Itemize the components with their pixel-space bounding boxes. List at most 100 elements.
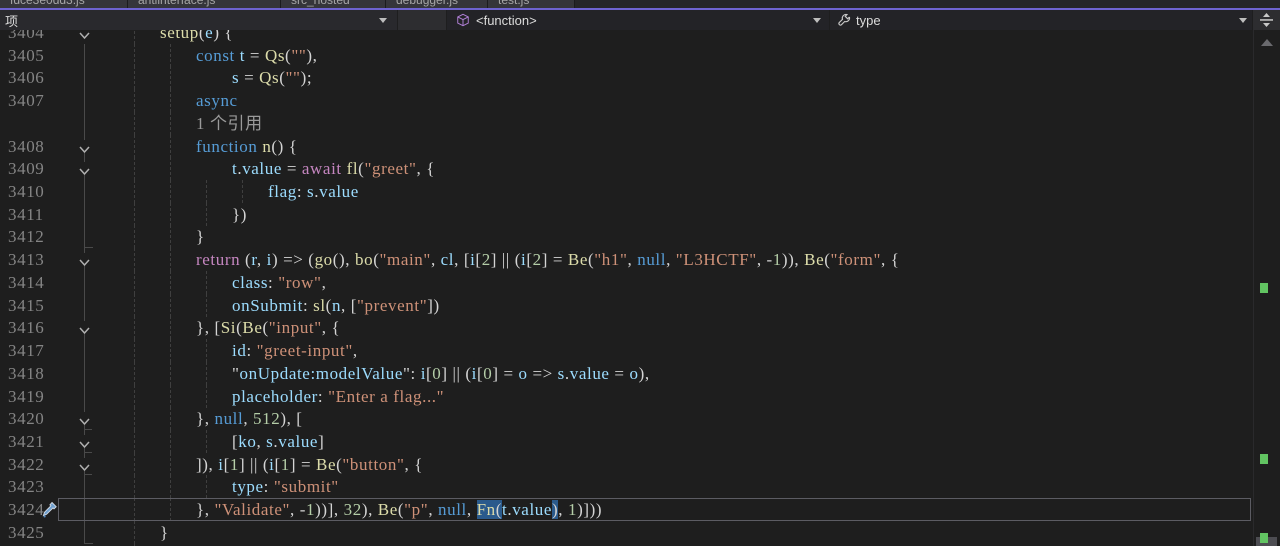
- line-number: 3425: [8, 521, 44, 544]
- document-tab[interactable]: fdce3e0dd3.js: [0, 0, 128, 8]
- fold-chevron-icon[interactable]: [78, 162, 91, 175]
- document-tab[interactable]: test.js: [488, 0, 575, 8]
- code-line[interactable]: 3419placeholder: "Enter a flag...": [0, 385, 1253, 408]
- indent-guide: [206, 271, 207, 294]
- indent-guide: [170, 89, 171, 112]
- fold-chevron-icon[interactable]: [78, 321, 91, 334]
- indent-guide: [170, 316, 171, 339]
- line-number: 3413: [8, 248, 44, 271]
- code-text[interactable]: setup(e) {: [160, 30, 233, 44]
- document-tab[interactable]: antiinterface.js: [128, 0, 281, 8]
- code-line[interactable]: 3406 s = Qs("");: [0, 66, 1253, 89]
- code-text[interactable]: t.value = await fl("greet", {: [232, 157, 435, 180]
- line-number: 3409: [8, 157, 44, 180]
- line-number: 3404: [8, 30, 44, 44]
- code-line[interactable]: 3417 id: "greet-input",: [0, 339, 1253, 362]
- code-text[interactable]: "onUpdate:modelValue": i[0] || (i[0] = o…: [232, 362, 650, 385]
- code-line[interactable]: 3404 setup(e) {: [0, 30, 1253, 44]
- code-line[interactable]: 3425}: [0, 521, 1253, 544]
- code-line[interactable]: 3407async: [0, 89, 1253, 112]
- code-line[interactable]: 3421 [ko, s.value]: [0, 430, 1253, 453]
- code-line[interactable]: 3415onSubmit: sl(n, ["prevent"]): [0, 294, 1253, 317]
- code-text[interactable]: type: "submit": [232, 475, 339, 498]
- code-text[interactable]: [ko, s.value]: [232, 430, 324, 453]
- fold-chevron-icon[interactable]: [78, 30, 91, 39]
- code-text[interactable]: }: [196, 225, 205, 248]
- indent-guide: [134, 430, 135, 453]
- code-text[interactable]: async: [196, 89, 238, 112]
- indent-guide: [170, 112, 171, 135]
- line-number: 3406: [8, 66, 44, 89]
- scrollbar-change-marker: [1260, 454, 1268, 464]
- document-tab[interactable]: debugger.js: [386, 0, 488, 8]
- indent-guide: [134, 112, 135, 135]
- code-line[interactable]: 3420}, null, 512), [: [0, 407, 1253, 430]
- function-dropdown[interactable]: <function>: [447, 10, 830, 30]
- code-line[interactable]: 3414class: "row",: [0, 271, 1253, 294]
- fold-chevron-icon[interactable]: [78, 140, 91, 153]
- fold-chevron-icon[interactable]: [78, 458, 91, 471]
- code-text[interactable]: ]), i[1] || (i[1] = Be("button", {: [196, 453, 423, 476]
- code-line[interactable]: 3423type: "submit": [0, 475, 1253, 498]
- member-dropdown[interactable]: type: [830, 10, 1253, 30]
- line-number: 3408: [8, 135, 44, 158]
- codelens-reference-link[interactable]: 1 个引用: [196, 112, 263, 135]
- fold-end-tick: [84, 474, 92, 475]
- code-text[interactable]: }: [160, 521, 169, 544]
- line-number: 3421: [8, 430, 44, 453]
- code-line[interactable]: 3405 const t = Qs(""),: [0, 44, 1253, 67]
- code-line[interactable]: 3422 ]), i[1] || (i[1] = Be("button", {: [0, 453, 1253, 476]
- fold-chevron-icon[interactable]: [78, 412, 91, 425]
- document-tab[interactable]: src_hosted: [281, 0, 386, 8]
- fold-end-tick: [84, 452, 92, 453]
- indent-guide: [170, 135, 171, 158]
- editor-scrollbar[interactable]: [1253, 30, 1280, 546]
- indent-guide: [170, 362, 171, 385]
- line-number: 3422: [8, 453, 44, 476]
- line-number: 3405: [8, 44, 44, 67]
- indent-guide: [134, 385, 135, 408]
- code-line[interactable]: 3416}, [Si(Be("input", {: [0, 316, 1253, 339]
- indent-guide: [134, 89, 135, 112]
- code-text[interactable]: }, "Validate", -1))], 32), Be("p", null,…: [196, 498, 602, 521]
- member-label: type: [856, 13, 881, 28]
- scrollbar-up-arrow-icon[interactable]: [1261, 39, 1273, 46]
- code-editor[interactable]: 3404 setup(e) { 3405 const t = Qs(""), 3406 s…: [0, 30, 1253, 546]
- code-text[interactable]: onSubmit: sl(n, ["prevent"]): [232, 294, 440, 317]
- code-text[interactable]: }): [232, 203, 247, 226]
- code-line[interactable]: 3412}: [0, 225, 1253, 248]
- code-line[interactable]: 3411}): [0, 203, 1253, 226]
- code-text[interactable]: id: "greet-input",: [232, 339, 358, 362]
- indent-guide: [134, 475, 135, 498]
- fold-chevron-icon[interactable]: [78, 435, 91, 448]
- indent-guide: [134, 294, 135, 317]
- code-text[interactable]: class: "row",: [232, 271, 326, 294]
- line-number: 3417: [8, 339, 44, 362]
- scope-dropdown[interactable]: 项: [0, 10, 398, 30]
- indent-guide: [170, 248, 171, 271]
- line-number: 3411: [8, 203, 44, 226]
- fold-chevron-icon[interactable]: [78, 253, 91, 266]
- code-line[interactable]: 3418"onUpdate:modelValue": i[0] || (i[0]…: [0, 362, 1253, 385]
- tab-strip: fdce3e0dd3.jsantiinterface.jssrc_hostedd…: [0, 0, 1280, 8]
- code-line[interactable]: 3408 function n() {: [0, 135, 1253, 158]
- code-text[interactable]: }, null, 512), [: [196, 407, 303, 430]
- fold-end-tick: [84, 429, 92, 430]
- code-text[interactable]: function n() {: [196, 135, 298, 158]
- code-text[interactable]: flag: s.value: [268, 180, 359, 203]
- nav-spacer: [398, 10, 447, 30]
- code-text[interactable]: s = Qs("");: [232, 66, 312, 89]
- code-line[interactable]: 3413 return (r, i) => (go(), bo("main", c…: [0, 248, 1253, 271]
- code-line[interactable]: 3424}, "Validate", -1))], 32), Be("p", n…: [0, 498, 1253, 521]
- indent-guide: [170, 294, 171, 317]
- split-window-button[interactable]: [1253, 10, 1280, 30]
- code-line[interactable]: 3409 t.value = await fl("greet", {: [0, 157, 1253, 180]
- indent-guide: [134, 362, 135, 385]
- code-text[interactable]: }, [Si(Be("input", {: [196, 316, 340, 339]
- split-window-icon: [1259, 12, 1274, 28]
- code-text[interactable]: const t = Qs(""),: [196, 44, 318, 67]
- code-text[interactable]: placeholder: "Enter a flag...": [232, 385, 444, 408]
- code-line[interactable]: 3410flag: s.value: [0, 180, 1253, 203]
- code-text[interactable]: return (r, i) => (go(), bo("main", cl, […: [196, 248, 900, 271]
- fold-end-corner: [84, 534, 93, 544]
